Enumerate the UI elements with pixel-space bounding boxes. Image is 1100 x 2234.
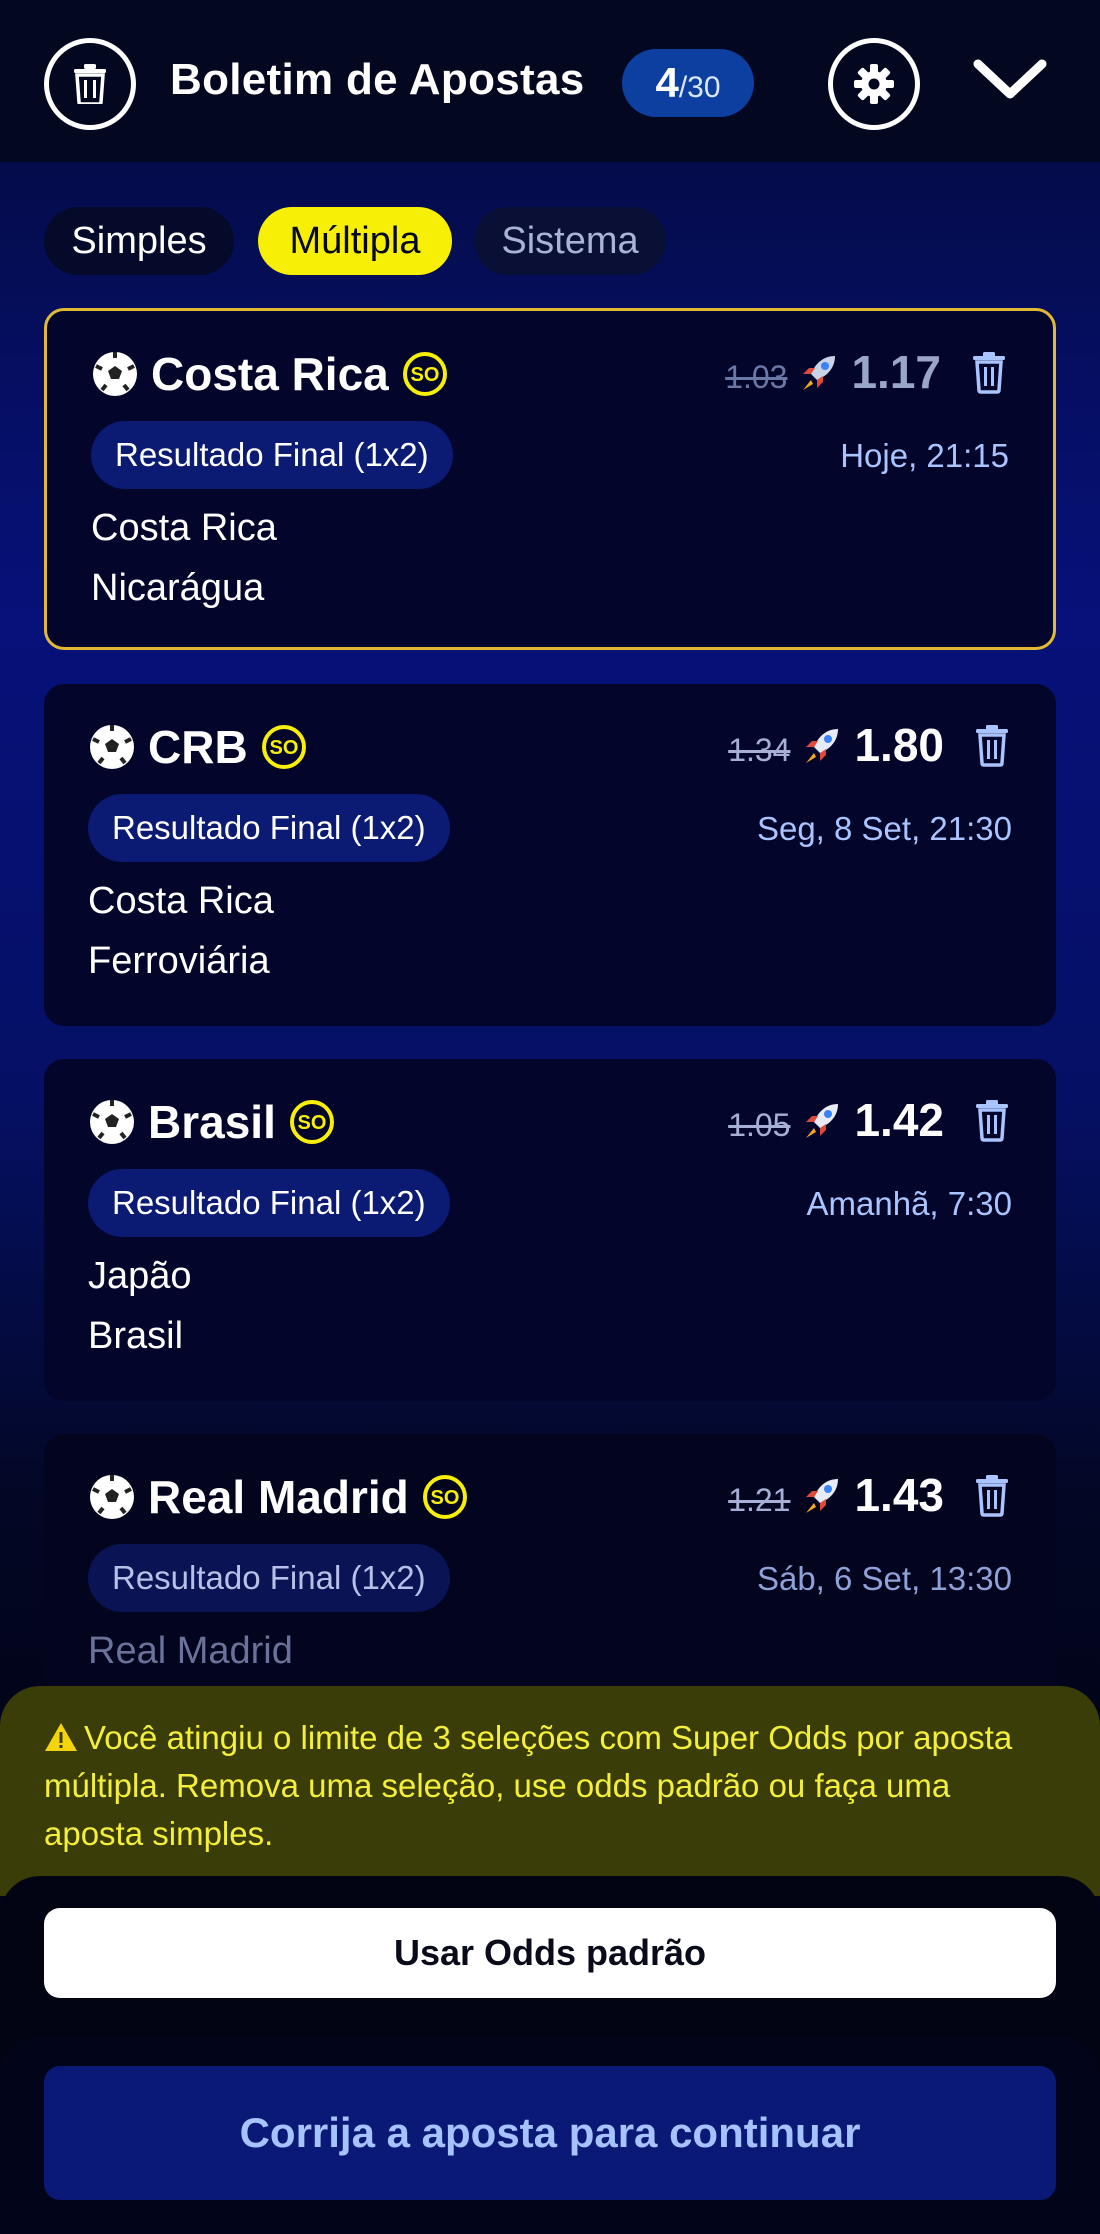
- svg-text:SO: SO: [430, 1487, 459, 1509]
- super-odds-icon: SO: [402, 352, 447, 396]
- boosted-odd: 1.17: [851, 346, 941, 398]
- trash-icon[interactable]: [972, 1473, 1012, 1517]
- selection-count: 4: [655, 59, 679, 106]
- gear-icon: [854, 64, 894, 104]
- selection-max: /30: [678, 71, 721, 104]
- selection-card[interactable]: Costa Rica SO 1.03 1.17 Resultado Final …: [44, 308, 1056, 650]
- selection-team: Costa Rica SO: [91, 347, 449, 401]
- boosted-odd: 1.43: [854, 1469, 944, 1521]
- tab-multipla[interactable]: Múltipla: [258, 207, 452, 275]
- selection-card[interactable]: Brasil SO 1.05 1.42 Resultado Final (1x2…: [44, 1059, 1056, 1401]
- tab-sistema[interactable]: Sistema: [474, 207, 666, 275]
- page-title: Boletim de Apostas: [170, 55, 585, 104]
- team-name: Costa Rica: [151, 348, 389, 400]
- market-pill: Resultado Final (1x2): [88, 1544, 450, 1612]
- trash-icon[interactable]: [972, 1098, 1012, 1142]
- boosted-odd: 1.42: [854, 1094, 944, 1146]
- settings-button[interactable]: [828, 38, 920, 130]
- old-odd: 1.03: [725, 358, 788, 395]
- trash-icon[interactable]: [972, 723, 1012, 767]
- boosted-odd: 1.80: [854, 719, 944, 771]
- team-name: Brasil: [148, 1096, 276, 1148]
- event-date: Amanhã, 7:30: [806, 1185, 1012, 1222]
- selection-team: CRB SO: [88, 720, 308, 774]
- chevron-down-icon[interactable]: [970, 50, 1050, 110]
- tab-simples[interactable]: Simples: [44, 207, 234, 275]
- bet-slip: Boletim de Apostas 4 /30 Simples Múltipl…: [0, 0, 1100, 2234]
- rocket-icon: [803, 356, 836, 390]
- away-team: Nicarágua: [91, 567, 265, 609]
- event-date: Hoje, 21:15: [840, 437, 1009, 474]
- selection-counter-badge: 4 /30: [622, 49, 754, 117]
- market-pill: Resultado Final (1x2): [91, 421, 453, 489]
- home-team: Costa Rica: [91, 507, 277, 549]
- odds-group: 1.05 1.42: [728, 1093, 1012, 1147]
- trash-icon[interactable]: [969, 350, 1009, 394]
- old-odd: 1.21: [728, 1481, 791, 1518]
- svg-text:SO: SO: [297, 1112, 326, 1134]
- away-team: Ferroviária: [88, 940, 270, 982]
- odds-group: 1.03 1.17: [725, 345, 1009, 399]
- super-odds-limit-warning: Você atingiu o limite de 3 seleções com …: [0, 1686, 1100, 1896]
- bottom-actions: Usar Odds padrão Corrija a aposta para c…: [0, 1876, 1100, 2234]
- odds-group: 1.21 1.43: [728, 1468, 1012, 1522]
- old-odd: 1.34: [728, 731, 791, 768]
- home-team: Japão: [88, 1255, 192, 1297]
- soccer-ball-icon: [90, 1100, 134, 1144]
- home-team: Real Madrid: [88, 1630, 293, 1672]
- trash-icon: [74, 64, 106, 104]
- away-team: Brasil: [88, 1315, 184, 1357]
- market-pill: Resultado Final (1x2): [88, 1169, 450, 1237]
- bet-slip-header: Boletim de Apostas 4 /30: [0, 0, 1100, 162]
- fix-bet-button[interactable]: Corrija a aposta para continuar: [44, 2066, 1056, 2200]
- warning-text: Você atingiu o limite de 3 seleções com …: [44, 1719, 1013, 1852]
- soccer-ball-icon: [90, 725, 134, 769]
- super-odds-icon: SO: [289, 1100, 334, 1144]
- soccer-ball-icon: [90, 1475, 134, 1519]
- rocket-icon: [806, 729, 839, 763]
- super-odds-icon: SO: [261, 725, 306, 769]
- soccer-ball-icon: [93, 352, 137, 396]
- event-date: Sáb, 6 Set, 13:30: [756, 1560, 1012, 1597]
- use-standard-odds-button[interactable]: Usar Odds padrão: [44, 1908, 1056, 1998]
- odds-group: 1.34 1.80: [728, 718, 1012, 772]
- svg-text:SO: SO: [410, 364, 439, 386]
- selection-team: Real Madrid SO: [88, 1470, 469, 1524]
- old-odd: 1.05: [728, 1106, 791, 1143]
- home-team: Costa Rica: [88, 880, 274, 922]
- rocket-icon: [806, 1104, 839, 1138]
- rocket-icon: [806, 1479, 839, 1513]
- selection-card[interactable]: CRB SO 1.34 1.80 Resultado Final (1x2) S…: [44, 684, 1056, 1026]
- super-odds-icon: SO: [422, 1475, 467, 1519]
- team-name: CRB: [148, 721, 248, 773]
- clear-slip-button[interactable]: [44, 38, 136, 130]
- event-date: Seg, 8 Set, 21:30: [756, 810, 1012, 847]
- svg-text:SO: SO: [269, 737, 298, 759]
- selection-team: Brasil SO: [88, 1095, 336, 1149]
- team-name: Real Madrid: [148, 1471, 409, 1523]
- warning-icon: [45, 1723, 77, 1751]
- market-pill: Resultado Final (1x2): [88, 794, 450, 862]
